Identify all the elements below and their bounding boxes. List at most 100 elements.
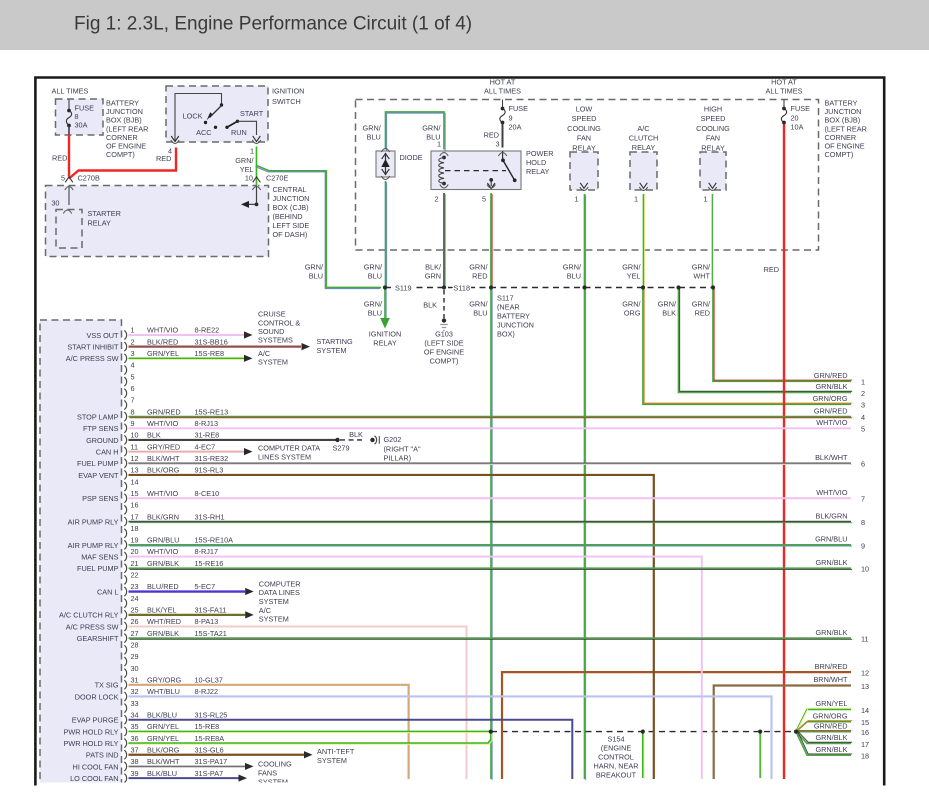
svg-text:C270B: C270B xyxy=(78,174,100,183)
svg-text:WHT/VIO: WHT/VIO xyxy=(147,326,179,335)
svg-text:CENTRAL: CENTRAL xyxy=(273,185,307,194)
svg-text:COMPT): COMPT) xyxy=(825,150,854,159)
svg-text:17: 17 xyxy=(861,740,869,749)
svg-text:1: 1 xyxy=(861,378,865,387)
svg-text:BRN/RED: BRN/RED xyxy=(815,662,848,671)
svg-text:BLU: BLU xyxy=(367,132,381,141)
svg-text:15S-RE13: 15S-RE13 xyxy=(195,407,229,416)
svg-text:YEL: YEL xyxy=(627,271,641,280)
svg-text:1: 1 xyxy=(574,195,578,204)
svg-text:7: 7 xyxy=(861,495,865,504)
svg-text:39: 39 xyxy=(131,769,139,778)
svg-text:GRN/RED: GRN/RED xyxy=(814,371,848,380)
svg-text:31-RE8: 31-RE8 xyxy=(195,431,220,440)
svg-text:RELAY: RELAY xyxy=(572,143,596,152)
svg-text:LINES SYSTEM: LINES SYSTEM xyxy=(258,452,311,461)
svg-text:(NEAR: (NEAR xyxy=(497,303,520,312)
svg-text:COMPUTER DATA: COMPUTER DATA xyxy=(258,443,320,452)
svg-text:RED: RED xyxy=(52,154,67,163)
svg-text:A/C PRESS SW: A/C PRESS SW xyxy=(66,354,119,363)
svg-text:2: 2 xyxy=(861,389,865,398)
svg-text:GROUND: GROUND xyxy=(86,436,118,445)
svg-text:AIR PUMP RLY: AIR PUMP RLY xyxy=(68,541,119,550)
svg-text:5: 5 xyxy=(482,195,486,204)
svg-text:BLK: BLK xyxy=(349,430,363,439)
svg-text:8-RJ13: 8-RJ13 xyxy=(195,419,219,428)
svg-text:S118: S118 xyxy=(454,283,471,292)
svg-text:GRN/: GRN/ xyxy=(422,124,441,133)
svg-text:9: 9 xyxy=(861,541,865,550)
svg-text:GRN: GRN xyxy=(425,271,441,280)
svg-text:2: 2 xyxy=(434,195,438,204)
svg-text:28: 28 xyxy=(131,641,139,650)
svg-text:11: 11 xyxy=(131,442,139,451)
svg-text:3: 3 xyxy=(861,401,865,410)
svg-text:9: 9 xyxy=(509,114,513,123)
svg-text:GRN/: GRN/ xyxy=(469,263,488,272)
svg-text:SYSTEM: SYSTEM xyxy=(317,756,347,765)
svg-text:5: 5 xyxy=(61,174,65,183)
svg-text:BLU: BLU xyxy=(368,308,382,317)
svg-text:16: 16 xyxy=(131,501,139,510)
svg-text:C270E: C270E xyxy=(266,174,288,183)
svg-text:26: 26 xyxy=(131,617,139,626)
svg-text:12: 12 xyxy=(131,454,139,463)
svg-text:STARTER: STARTER xyxy=(88,209,121,218)
svg-text:BLK/YEL: BLK/YEL xyxy=(147,606,177,615)
svg-text:3: 3 xyxy=(131,349,135,358)
svg-text:COMPT): COMPT) xyxy=(106,150,135,159)
svg-text:32: 32 xyxy=(131,687,139,696)
svg-text:S119: S119 xyxy=(395,283,412,292)
svg-text:COMPUTER: COMPUTER xyxy=(259,579,301,588)
svg-text:ORG: ORG xyxy=(624,308,641,317)
svg-text:RUN: RUN xyxy=(231,128,247,137)
svg-text:PILLAR): PILLAR) xyxy=(384,454,412,463)
svg-text:POWER: POWER xyxy=(526,149,554,158)
svg-text:34: 34 xyxy=(131,710,139,719)
svg-text:13: 13 xyxy=(131,466,139,475)
svg-text:YEL: YEL xyxy=(240,165,254,174)
svg-text:11: 11 xyxy=(861,635,869,644)
svg-text:PWR HOLD RLY: PWR HOLD RLY xyxy=(63,739,118,748)
svg-text:23: 23 xyxy=(131,582,139,591)
svg-text:STOP LAMP: STOP LAMP xyxy=(77,413,119,422)
svg-text:BLK: BLK xyxy=(423,301,437,310)
svg-text:BLK/WHT: BLK/WHT xyxy=(147,454,180,463)
svg-text:ALL TIMES: ALL TIMES xyxy=(52,87,89,96)
svg-text:HI COOL FAN: HI COOL FAN xyxy=(73,762,119,771)
svg-text:A/C CLUTCH RLY: A/C CLUTCH RLY xyxy=(59,611,119,620)
svg-text:BLK: BLK xyxy=(662,308,676,317)
svg-text:GRN/RED: GRN/RED xyxy=(814,721,848,730)
svg-text:15: 15 xyxy=(861,718,869,727)
svg-text:8-RE22: 8-RE22 xyxy=(195,326,220,335)
svg-text:WHT/VIO: WHT/VIO xyxy=(816,488,848,497)
svg-text:BLK/RED: BLK/RED xyxy=(147,337,178,346)
svg-text:PSP SENS: PSP SENS xyxy=(82,494,118,503)
svg-text:MAF SENS: MAF SENS xyxy=(81,552,118,561)
svg-text:WHT/VIO: WHT/VIO xyxy=(147,547,179,556)
svg-text:SWITCH: SWITCH xyxy=(272,97,301,106)
svg-text:15: 15 xyxy=(131,489,139,498)
svg-text:38: 38 xyxy=(131,757,139,766)
svg-text:S279: S279 xyxy=(332,444,349,453)
svg-text:RELAY: RELAY xyxy=(526,167,550,176)
svg-text:JUNCTION: JUNCTION xyxy=(273,194,310,203)
svg-text:A/C: A/C xyxy=(258,349,270,358)
svg-text:8: 8 xyxy=(861,518,865,527)
svg-text:36: 36 xyxy=(131,734,139,743)
svg-text:S154: S154 xyxy=(607,735,624,744)
svg-text:14: 14 xyxy=(131,477,139,486)
svg-text:FTP SENS: FTP SENS xyxy=(83,424,119,433)
svg-text:GRN/ORG: GRN/ORG xyxy=(813,394,848,403)
svg-text:BLU: BLU xyxy=(368,271,382,280)
svg-text:8: 8 xyxy=(131,407,135,416)
svg-text:LO COOL FAN: LO COOL FAN xyxy=(70,774,118,783)
svg-text:BLU/RED: BLU/RED xyxy=(147,582,179,591)
svg-text:GRN/RED: GRN/RED xyxy=(147,407,181,416)
svg-text:4: 4 xyxy=(131,361,135,370)
svg-text:31S-PA7: 31S-PA7 xyxy=(195,769,224,778)
svg-text:(ENGINE: (ENGINE xyxy=(601,744,632,753)
svg-text:3: 3 xyxy=(496,139,500,148)
svg-text:RELAY: RELAY xyxy=(701,143,725,152)
svg-text:5: 5 xyxy=(861,425,865,434)
